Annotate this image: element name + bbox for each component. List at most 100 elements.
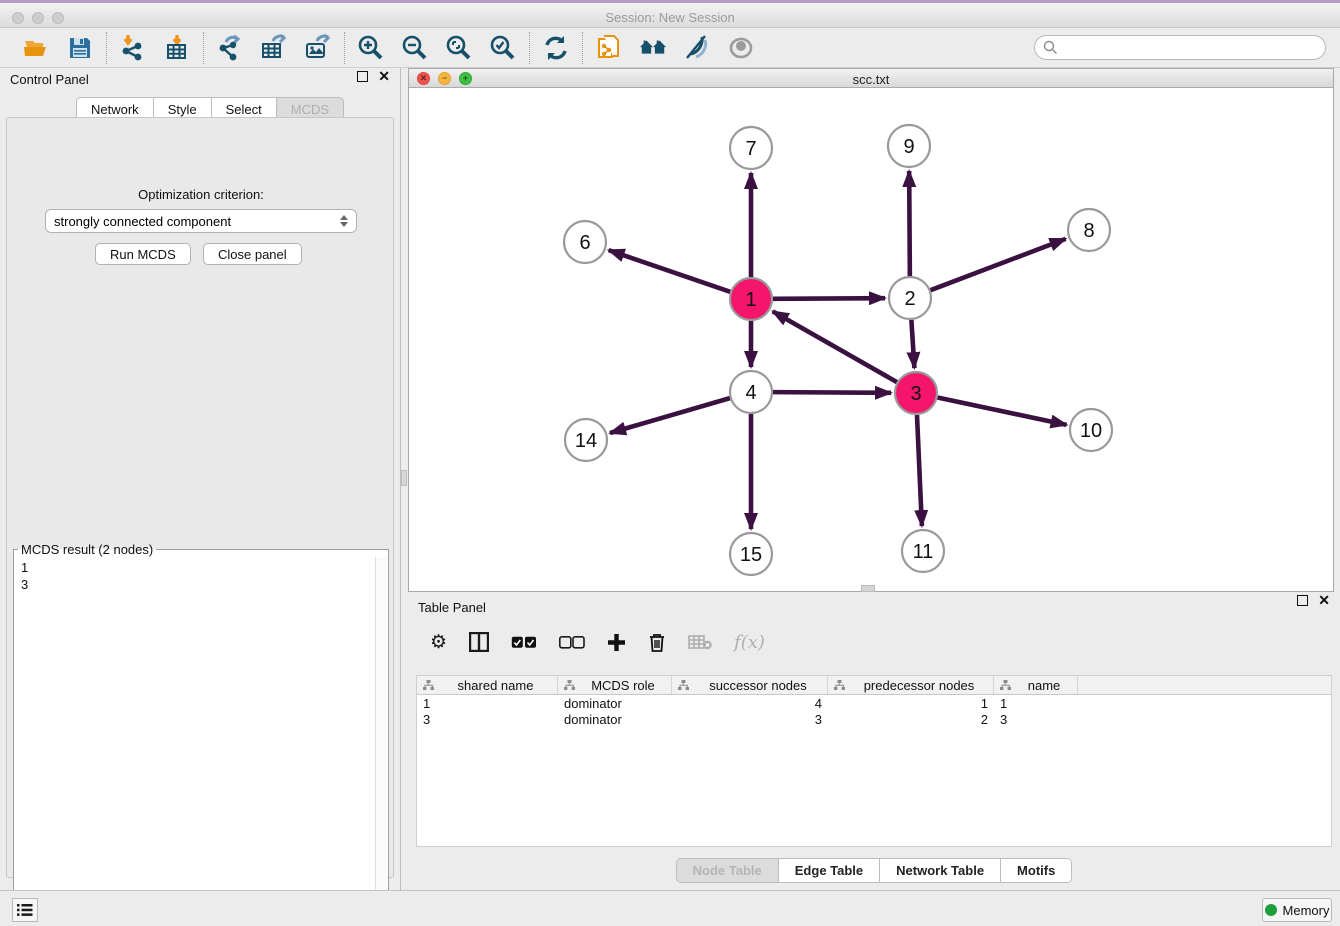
zoom-in-icon[interactable] <box>357 34 385 62</box>
tab-edge-table[interactable]: Edge Table <box>778 858 879 883</box>
search-box[interactable] <box>1034 35 1326 60</box>
edge-2-3[interactable] <box>911 320 914 368</box>
dropdown-stepper-icon <box>340 215 348 227</box>
column-header-successor-nodes[interactable]: successor nodes <box>672 676 828 694</box>
node-label-2: 2 <box>904 288 915 310</box>
cyndex-icon[interactable] <box>639 34 667 62</box>
table-cell[interactable]: dominator <box>558 696 672 711</box>
table-row[interactable]: 3dominator323 <box>417 711 1331 727</box>
duplicate-network-icon[interactable] <box>595 34 623 62</box>
node-label-9: 9 <box>903 136 914 158</box>
float-table-panel-icon[interactable] <box>1297 595 1308 606</box>
table-cell[interactable]: 1 <box>417 696 558 711</box>
refresh-icon[interactable] <box>542 34 570 62</box>
node-label-3: 3 <box>910 383 921 405</box>
splitter-handle[interactable] <box>401 470 407 486</box>
sort-icon <box>423 680 434 691</box>
table-cell[interactable]: 1 <box>828 696 994 711</box>
edge-3-10[interactable] <box>938 398 1067 425</box>
close-panel-icon[interactable]: ✕ <box>378 71 390 82</box>
edge-4-14[interactable] <box>610 398 730 433</box>
sort-icon <box>834 680 845 691</box>
zoom-fit-icon[interactable] <box>445 34 473 62</box>
sort-icon <box>564 680 575 691</box>
column-header-MCDS-role[interactable]: MCDS role <box>558 676 672 694</box>
close-panel-button[interactable]: Close panel <box>203 243 302 265</box>
node-label-6: 6 <box>579 232 590 254</box>
sort-icon <box>1000 680 1011 691</box>
mcds-panel: Optimization criterion: strongly connect… <box>6 117 394 878</box>
table-toolbar: ⚙ f(x) <box>416 622 1332 662</box>
network-canvas[interactable]: 7968124314101511 <box>409 88 1333 591</box>
node-table: shared nameMCDS rolesuccessor nodesprede… <box>416 675 1332 847</box>
mcds-result-text[interactable]: 1 3 <box>15 557 375 909</box>
table-row[interactable]: 1dominator411 <box>417 695 1331 711</box>
result-scrollbar[interactable] <box>375 557 387 909</box>
network-window-titlebar[interactable]: ✕ − + scc.txt <box>409 69 1333 88</box>
table-cell[interactable]: 2 <box>828 712 994 727</box>
add-column-icon[interactable] <box>607 633 626 652</box>
title-bar: Session: New Session <box>0 0 1340 28</box>
table-cell[interactable]: 4 <box>672 696 828 711</box>
table-cell[interactable]: 3 <box>994 712 1078 727</box>
mcds-result-box: MCDS result (2 nodes) 1 3 <box>13 542 389 920</box>
control-panel: Control Panel ✕ NetworkStyleSelectMCDS O… <box>0 68 400 890</box>
edge-3-1[interactable] <box>773 311 897 382</box>
float-panel-icon[interactable] <box>357 71 368 82</box>
import-network-icon[interactable] <box>119 34 147 62</box>
node-label-1: 1 <box>745 289 756 311</box>
save-session-icon[interactable] <box>66 34 94 62</box>
memory-button[interactable]: Memory <box>1262 898 1332 922</box>
table-cell[interactable]: 3 <box>417 712 558 727</box>
export-table-icon[interactable] <box>260 34 288 62</box>
edge-4-3[interactable] <box>773 392 891 393</box>
criterion-value: strongly connected component <box>54 214 340 229</box>
column-header-name[interactable]: name <box>994 676 1078 694</box>
export-network-icon[interactable] <box>216 34 244 62</box>
node-label-14: 14 <box>575 430 597 452</box>
tab-node-table[interactable]: Node Table <box>676 858 778 883</box>
export-image-icon[interactable] <box>304 34 332 62</box>
column-header-predecessor-nodes[interactable]: predecessor nodes <box>828 676 994 694</box>
tab-network-table[interactable]: Network Table <box>879 858 1000 883</box>
task-history-button[interactable] <box>12 898 38 922</box>
edge-1-6[interactable] <box>609 250 731 292</box>
run-mcds-button[interactable]: Run MCDS <box>95 243 191 265</box>
table-panel-tabs: Node TableEdge TableNetwork TableMotifs <box>408 858 1340 883</box>
list-icon <box>17 903 33 917</box>
table-panel-title: Table Panel <box>418 600 486 615</box>
mcds-result-title: MCDS result (2 nodes) <box>18 542 156 557</box>
hide-graphics-icon[interactable] <box>683 34 711 62</box>
select-all-icon[interactable] <box>511 636 537 649</box>
table-cell[interactable]: 1 <box>994 696 1078 711</box>
close-table-panel-icon[interactable]: ✕ <box>1318 595 1330 606</box>
open-session-icon[interactable] <box>22 34 50 62</box>
column-selector-icon[interactable] <box>469 632 489 652</box>
delete-table-icon <box>688 634 712 650</box>
import-table-icon[interactable] <box>163 34 191 62</box>
node-label-15: 15 <box>740 544 762 566</box>
network-resize-handle[interactable] <box>861 585 875 592</box>
search-input[interactable] <box>1063 40 1317 55</box>
column-header-shared-name[interactable]: shared name <box>417 676 558 694</box>
delete-column-icon[interactable] <box>648 632 666 652</box>
function-builder-icon: f(x) <box>734 632 765 653</box>
zoom-out-icon[interactable] <box>401 34 429 62</box>
criterion-dropdown[interactable]: strongly connected component <box>45 209 357 233</box>
clear-selection-icon[interactable] <box>559 636 585 649</box>
table-cell[interactable]: 3 <box>672 712 828 727</box>
show-graphics-icon[interactable] <box>727 34 755 62</box>
tab-motifs[interactable]: Motifs <box>1000 858 1072 883</box>
sort-icon <box>678 680 689 691</box>
zoom-selected-icon[interactable] <box>489 34 517 62</box>
status-bar: Memory <box>0 890 1340 926</box>
memory-label: Memory <box>1283 903 1330 918</box>
edge-2-9[interactable] <box>909 171 910 276</box>
edge-3-11[interactable] <box>917 415 922 526</box>
settings-icon[interactable]: ⚙ <box>430 631 447 654</box>
edge-2-8[interactable] <box>931 239 1066 290</box>
memory-status-icon <box>1265 904 1277 916</box>
table-cell[interactable]: dominator <box>558 712 672 727</box>
edge-1-2[interactable] <box>773 298 885 299</box>
search-icon <box>1043 40 1058 55</box>
